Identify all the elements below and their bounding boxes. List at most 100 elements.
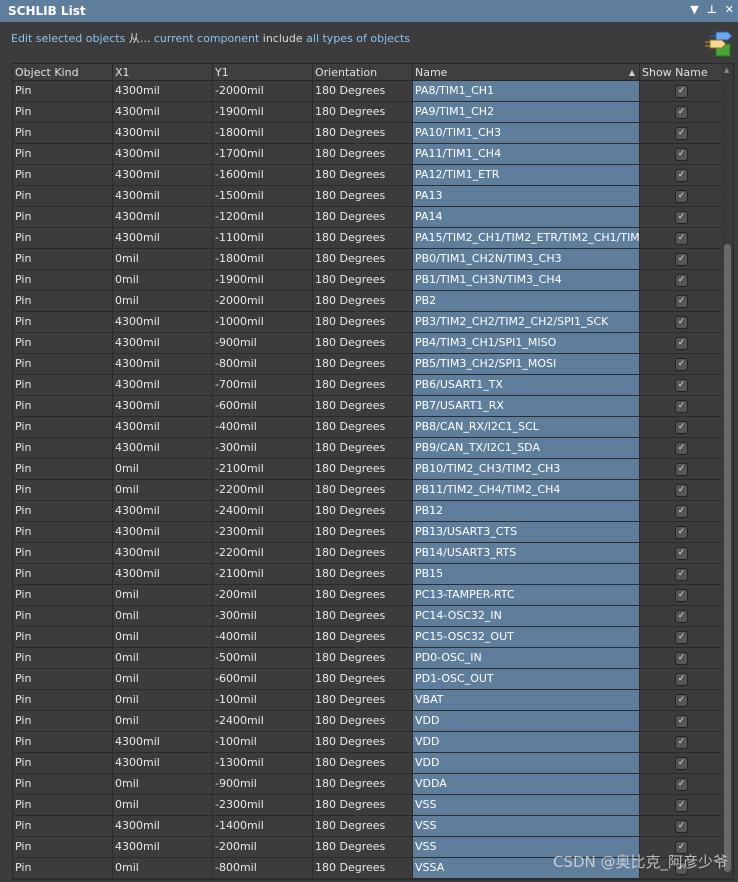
show-name-checkbox[interactable]: ✓	[675, 693, 688, 707]
cell-y1[interactable]: -1900mil	[212, 270, 312, 290]
cell-orientation[interactable]: 180 Degrees	[312, 522, 412, 542]
cell-object-kind[interactable]: Pin	[13, 396, 112, 416]
cell-y1[interactable]: -2000mil	[212, 81, 312, 101]
cell-y1[interactable]: -200mil	[212, 837, 312, 857]
cell-object-kind[interactable]: Pin	[13, 228, 112, 248]
cell-object-kind[interactable]: Pin	[13, 312, 112, 332]
show-name-checkbox[interactable]: ✓	[675, 819, 688, 833]
cell-x1[interactable]: 4300mil	[112, 438, 212, 458]
cell-name[interactable]: VDDA	[412, 774, 639, 794]
show-name-checkbox[interactable]: ✓	[675, 567, 688, 581]
cell-orientation[interactable]: 180 Degrees	[312, 606, 412, 626]
cell-object-kind[interactable]: Pin	[13, 816, 112, 836]
table-row[interactable]: Pin 4300mil -1300mil 180 Degrees VDD ✓	[13, 753, 723, 774]
close-icon[interactable]: ✕	[725, 3, 734, 16]
cell-orientation[interactable]: 180 Degrees	[312, 816, 412, 836]
table-row[interactable]: Pin 0mil -500mil 180 Degrees PD0-OSC_IN ✓	[13, 648, 723, 669]
show-name-checkbox[interactable]: ✓	[675, 504, 688, 518]
cell-x1[interactable]: 0mil	[112, 249, 212, 269]
show-name-checkbox[interactable]: ✓	[675, 777, 688, 791]
cell-orientation[interactable]: 180 Degrees	[312, 249, 412, 269]
cell-object-kind[interactable]: Pin	[13, 543, 112, 563]
cell-orientation[interactable]: 180 Degrees	[312, 186, 412, 206]
cell-name[interactable]: PA12/TIM1_ETR	[412, 165, 639, 185]
cell-y1[interactable]: -800mil	[212, 858, 312, 878]
cell-name[interactable]: VBAT	[412, 690, 639, 710]
table-row[interactable]: Pin 4300mil -700mil 180 Degrees PB6/USART1_T…	[13, 375, 723, 396]
cell-object-kind[interactable]: Pin	[13, 165, 112, 185]
table-row[interactable]: Pin 0mil -300mil 180 Degrees PC14-OSC32_IN ✓	[13, 606, 723, 627]
cell-orientation[interactable]: 180 Degrees	[312, 774, 412, 794]
table-row[interactable]: Pin 4300mil -2100mil 180 Degrees PB15 ✓	[13, 564, 723, 585]
column-header-x1[interactable]: X1	[112, 64, 212, 81]
cell-object-kind[interactable]: Pin	[13, 522, 112, 542]
cell-y1[interactable]: -1500mil	[212, 186, 312, 206]
show-name-checkbox[interactable]: ✓	[675, 336, 688, 350]
cell-object-kind[interactable]: Pin	[13, 417, 112, 437]
table-row[interactable]: Pin 0mil -2300mil 180 Degrees VSS ✓	[13, 795, 723, 816]
cell-y1[interactable]: -2400mil	[212, 501, 312, 521]
cell-x1[interactable]: 4300mil	[112, 228, 212, 248]
cell-y1[interactable]: -2100mil	[212, 459, 312, 479]
table-row[interactable]: Pin 4300mil -1400mil 180 Degrees VSS ✓	[13, 816, 723, 837]
cell-object-kind[interactable]: Pin	[13, 81, 112, 101]
vertical-scrollbar[interactable]: ▲	[722, 64, 733, 879]
cell-object-kind[interactable]: Pin	[13, 858, 112, 878]
show-name-checkbox[interactable]: ✓	[675, 399, 688, 413]
cell-x1[interactable]: 0mil	[112, 480, 212, 500]
cell-y1[interactable]: -2200mil	[212, 480, 312, 500]
cell-name[interactable]: PA13	[412, 186, 639, 206]
cell-orientation[interactable]: 180 Degrees	[312, 396, 412, 416]
cell-name[interactable]: PB1/TIM1_CH3N/TIM3_CH4	[412, 270, 639, 290]
show-name-checkbox[interactable]: ✓	[675, 294, 688, 308]
table-row[interactable]: Pin 0mil -1800mil 180 Degrees PB0/TIM1_CH2N/…	[13, 249, 723, 270]
cell-orientation[interactable]: 180 Degrees	[312, 480, 412, 500]
cell-name[interactable]: PB5/TIM3_CH2/SPI1_MOSI	[412, 354, 639, 374]
table-row[interactable]: Pin 4300mil -800mil 180 Degrees PB5/TIM3_CH2…	[13, 354, 723, 375]
cell-orientation[interactable]: 180 Degrees	[312, 291, 412, 311]
table-row[interactable]: Pin 4300mil -1700mil 180 Degrees PA11/TIM1_C…	[13, 144, 723, 165]
show-name-checkbox[interactable]: ✓	[675, 231, 688, 245]
cell-orientation[interactable]: 180 Degrees	[312, 375, 412, 395]
cell-name[interactable]: PA10/TIM1_CH3	[412, 123, 639, 143]
cell-name[interactable]: PB7/USART1_RX	[412, 396, 639, 416]
cell-x1[interactable]: 4300mil	[112, 543, 212, 563]
cell-name[interactable]: PB9/CAN_TX/I2C1_SDA	[412, 438, 639, 458]
cell-orientation[interactable]: 180 Degrees	[312, 354, 412, 374]
cell-orientation[interactable]: 180 Degrees	[312, 837, 412, 857]
cell-orientation[interactable]: 180 Degrees	[312, 543, 412, 563]
cell-name[interactable]: PD0-OSC_IN	[412, 648, 639, 668]
cell-y1[interactable]: -2300mil	[212, 795, 312, 815]
cell-x1[interactable]: 4300mil	[112, 102, 212, 122]
cell-object-kind[interactable]: Pin	[13, 480, 112, 500]
cell-name[interactable]: PC14-OSC32_IN	[412, 606, 639, 626]
filter-scope-link[interactable]: Edit selected objects	[11, 32, 125, 45]
cell-object-kind[interactable]: Pin	[13, 774, 112, 794]
cell-y1[interactable]: -100mil	[212, 690, 312, 710]
cell-orientation[interactable]: 180 Degrees	[312, 144, 412, 164]
show-name-checkbox[interactable]: ✓	[675, 630, 688, 644]
cell-x1[interactable]: 4300mil	[112, 165, 212, 185]
cell-x1[interactable]: 0mil	[112, 270, 212, 290]
cell-name[interactable]: VDD	[412, 753, 639, 773]
cell-orientation[interactable]: 180 Degrees	[312, 207, 412, 227]
cell-y1[interactable]: -600mil	[212, 669, 312, 689]
table-row[interactable]: Pin 4300mil -1500mil 180 Degrees PA13 ✓	[13, 186, 723, 207]
cell-name[interactable]: VSS	[412, 795, 639, 815]
cell-object-kind[interactable]: Pin	[13, 438, 112, 458]
cell-y1[interactable]: -900mil	[212, 333, 312, 353]
show-name-checkbox[interactable]: ✓	[675, 525, 688, 539]
cell-x1[interactable]: 0mil	[112, 585, 212, 605]
cell-name[interactable]: PA9/TIM1_CH2	[412, 102, 639, 122]
cell-orientation[interactable]: 180 Degrees	[312, 438, 412, 458]
cell-x1[interactable]: 0mil	[112, 459, 212, 479]
show-name-checkbox[interactable]: ✓	[675, 189, 688, 203]
cell-x1[interactable]: 0mil	[112, 795, 212, 815]
table-row[interactable]: Pin 4300mil -1600mil 180 Degrees PA12/TIM1_E…	[13, 165, 723, 186]
cell-y1[interactable]: -1100mil	[212, 228, 312, 248]
cell-name[interactable]: PA11/TIM1_CH4	[412, 144, 639, 164]
cell-object-kind[interactable]: Pin	[13, 354, 112, 374]
table-row[interactable]: Pin 0mil -2000mil 180 Degrees PB2 ✓	[13, 291, 723, 312]
cell-x1[interactable]: 4300mil	[112, 396, 212, 416]
show-name-checkbox[interactable]: ✓	[675, 168, 688, 182]
